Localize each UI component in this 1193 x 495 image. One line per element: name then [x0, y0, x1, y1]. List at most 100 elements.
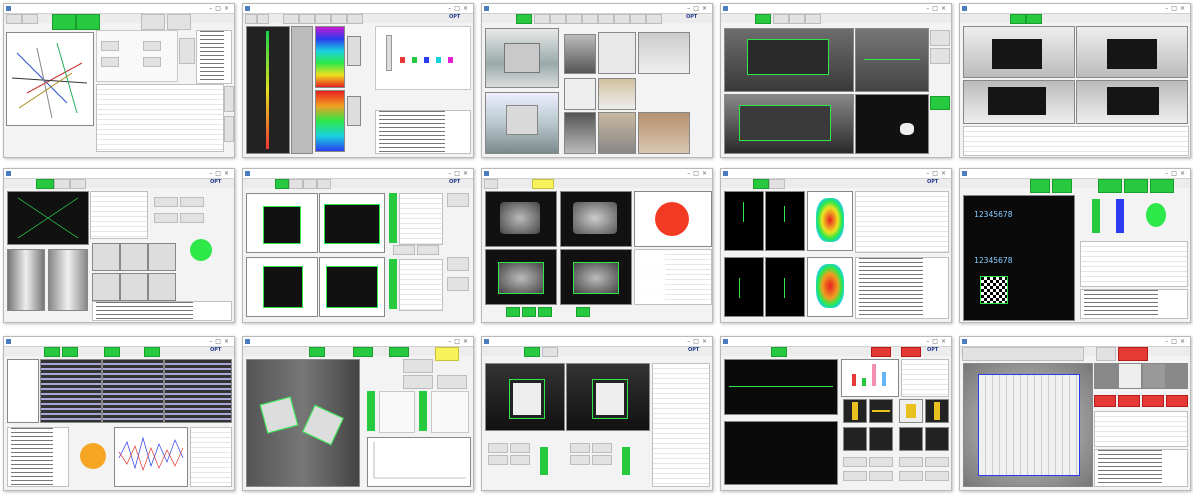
- run-button[interactable]: [771, 347, 787, 357]
- action-button-6[interactable]: [570, 455, 590, 465]
- highlight-button[interactable]: [435, 347, 459, 361]
- ng-button-3[interactable]: [1142, 395, 1164, 407]
- window-controls[interactable]: –□×: [926, 5, 949, 12]
- action-button-7[interactable]: [592, 443, 612, 453]
- window-controls[interactable]: –□×: [448, 5, 471, 12]
- alarm-button-1[interactable]: [871, 347, 891, 357]
- tool-button-4[interactable]: [317, 179, 331, 189]
- mode-button-2[interactable]: [389, 347, 409, 357]
- window-controls[interactable]: –□×: [926, 338, 949, 345]
- stop-button[interactable]: [76, 14, 100, 30]
- side-button-1[interactable]: [930, 30, 950, 46]
- tool-button-1[interactable]: [6, 14, 22, 24]
- param-button-4[interactable]: [143, 57, 161, 67]
- action-button-2[interactable]: [403, 375, 433, 389]
- window-controls[interactable]: –□×: [1165, 338, 1188, 345]
- action-button-3[interactable]: [510, 443, 530, 453]
- side-button[interactable]: [179, 38, 195, 64]
- tool-button-2[interactable]: [257, 14, 269, 24]
- side-button-ok[interactable]: [930, 96, 950, 110]
- mode-button-2[interactable]: [1124, 179, 1148, 193]
- tool-button-4[interactable]: [566, 14, 582, 24]
- tool-button-2[interactable]: [773, 14, 789, 24]
- export-button[interactable]: [167, 14, 191, 30]
- window-controls[interactable]: –□×: [926, 170, 949, 177]
- ng-button-1[interactable]: [1094, 395, 1116, 407]
- tool-button-7[interactable]: [614, 14, 630, 24]
- window-controls[interactable]: –□×: [448, 170, 471, 177]
- action-button-7[interactable]: [899, 471, 923, 481]
- action-button-5[interactable]: [570, 443, 590, 453]
- footer-button-4[interactable]: [576, 307, 590, 317]
- mode-button-1[interactable]: [353, 347, 373, 357]
- run-button[interactable]: [275, 179, 289, 189]
- action-button-8[interactable]: [592, 455, 612, 465]
- ng-button-4[interactable]: [1166, 395, 1188, 407]
- title-field[interactable]: [962, 347, 1084, 361]
- action-button-1[interactable]: [393, 245, 415, 255]
- tool-button-2[interactable]: [22, 14, 38, 24]
- window-controls[interactable]: –□×: [448, 338, 471, 345]
- window-controls[interactable]: –□×: [209, 5, 232, 12]
- run-button[interactable]: [1030, 179, 1050, 193]
- param-button-2[interactable]: [101, 57, 119, 67]
- window-controls[interactable]: –□×: [687, 5, 710, 12]
- run-button[interactable]: [753, 179, 769, 189]
- window-controls[interactable]: –□×: [209, 170, 232, 177]
- mode-button-3[interactable]: [1150, 179, 1174, 193]
- alarm-button[interactable]: [1118, 347, 1148, 361]
- action-button-5[interactable]: [843, 471, 867, 481]
- action-button-4[interactable]: [510, 455, 530, 465]
- param-button-1[interactable]: [101, 41, 119, 51]
- tool-button-6[interactable]: [598, 14, 614, 24]
- footer-button-1[interactable]: [506, 307, 520, 317]
- tool-button-1[interactable]: [245, 14, 257, 24]
- side-button-3[interactable]: [447, 277, 469, 291]
- tool-button-5[interactable]: [582, 14, 598, 24]
- window-controls[interactable]: –□×: [687, 170, 710, 177]
- run-button[interactable]: [755, 14, 771, 24]
- tool-button-9[interactable]: [646, 14, 662, 24]
- mode-button-1[interactable]: [62, 347, 78, 357]
- action-button-3[interactable]: [154, 213, 178, 223]
- action-button-3[interactable]: [437, 375, 467, 389]
- run-button[interactable]: [1010, 14, 1026, 24]
- tool-button-8[interactable]: [630, 14, 646, 24]
- action-button-1[interactable]: [843, 457, 867, 467]
- action-button-1[interactable]: [488, 443, 508, 453]
- mode-button-1[interactable]: [1098, 179, 1122, 193]
- run-button[interactable]: [36, 179, 54, 189]
- param-button-3[interactable]: [143, 41, 161, 51]
- tool-button-3[interactable]: [303, 179, 317, 189]
- settings-button[interactable]: [141, 14, 165, 30]
- action-button-4[interactable]: [925, 457, 949, 467]
- scroll-button-2[interactable]: [224, 116, 234, 142]
- run-button[interactable]: [44, 347, 60, 357]
- action-button-2[interactable]: [869, 457, 893, 467]
- tool-button-3[interactable]: [283, 14, 299, 24]
- tool-button-5[interactable]: [315, 14, 331, 24]
- footer-button-3[interactable]: [538, 307, 552, 317]
- run-button[interactable]: [52, 14, 76, 30]
- action-button-2[interactable]: [180, 197, 204, 207]
- action-button-8[interactable]: [925, 471, 949, 481]
- tool-button-2[interactable]: [54, 179, 70, 189]
- tool-button-7[interactable]: [347, 14, 363, 24]
- run-button[interactable]: [309, 347, 325, 357]
- action-button-4[interactable]: [180, 213, 204, 223]
- tool-button-3[interactable]: [789, 14, 805, 24]
- tool-button-2[interactable]: [289, 179, 303, 189]
- tool-button-4[interactable]: [805, 14, 821, 24]
- highlight-button[interactable]: [532, 179, 554, 189]
- tool-button-6[interactable]: [331, 14, 347, 24]
- tool-button-3[interactable]: [550, 14, 566, 24]
- ng-button-2[interactable]: [1118, 395, 1140, 407]
- side-button-2[interactable]: [930, 48, 950, 64]
- tool-button-2[interactable]: [769, 179, 785, 189]
- alarm-button-2[interactable]: [901, 347, 921, 357]
- footer-button-2[interactable]: [522, 307, 536, 317]
- action-button-2[interactable]: [488, 455, 508, 465]
- geometry-canvas[interactable]: [6, 32, 94, 126]
- tool-button-4[interactable]: [299, 14, 315, 24]
- tool-button-2[interactable]: [542, 347, 558, 357]
